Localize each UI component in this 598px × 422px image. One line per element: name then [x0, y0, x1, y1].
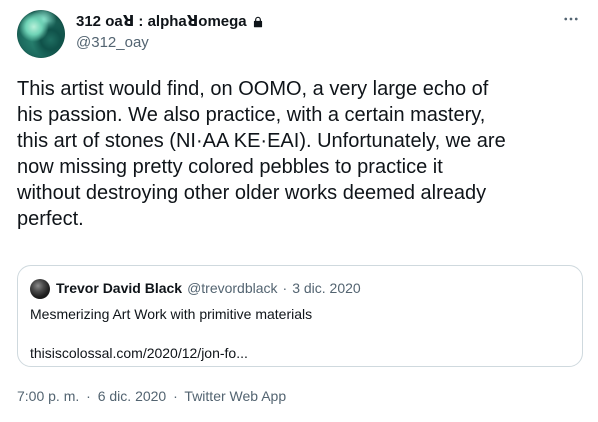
- quoted-date[interactable]: 3 dic. 2020: [292, 279, 361, 297]
- body-line: this art of stones (NI·AA KE·EAI). Unfor…: [17, 130, 506, 152]
- quoted-separator: ·: [282, 280, 288, 296]
- author-display-name[interactable]: 312 oaꓤ : alphaꓤomega: [76, 13, 247, 31]
- ellipsis-icon: [562, 10, 580, 33]
- tweet-meta: 7:00 p. m. · 6 dic. 2020 · Twitter Web A…: [17, 387, 286, 405]
- tweet-source[interactable]: Twitter Web App: [184, 388, 286, 404]
- body-line: This artist would find, on OOMO, a very …: [17, 78, 489, 100]
- quoted-author-handle[interactable]: @trevordblack: [187, 279, 277, 297]
- body-line: his passion. We also practice, with a ce…: [17, 104, 486, 126]
- more-button[interactable]: [562, 12, 580, 30]
- quoted-link[interactable]: thisiscolossal.com/2020/12/jon-fo...: [30, 344, 248, 362]
- meta-separator: ·: [86, 388, 91, 404]
- quoted-header: Trevor David Black @trevordblack · 3 dic…: [56, 279, 361, 297]
- tweet-time[interactable]: 7:00 p. m.: [17, 388, 79, 404]
- tweet-date[interactable]: 6 dic. 2020: [98, 388, 167, 404]
- quoted-author-name[interactable]: Trevor David Black: [56, 279, 182, 297]
- lock-icon: [251, 15, 265, 29]
- author-handle[interactable]: @312_oay: [76, 34, 149, 52]
- tweet-card: 312 oaꓤ : alphaꓤomega @312_oay This arti…: [0, 0, 598, 422]
- body-line: without destroying other older works dee…: [17, 182, 487, 204]
- body-line: now missing pretty colored pebbles to pr…: [17, 156, 443, 178]
- avatar[interactable]: [17, 10, 65, 58]
- tweet-body: This artist would find, on OOMO, a very …: [17, 76, 577, 232]
- body-line: perfect.: [17, 208, 84, 230]
- quoted-text: Mesmerizing Art Work with primitive mate…: [30, 306, 313, 322]
- author-row: 312 oaꓤ : alphaꓤomega: [76, 13, 265, 31]
- quoted-tweet[interactable]: Trevor David Black @trevordblack · 3 dic…: [17, 265, 583, 367]
- meta-separator: ·: [173, 388, 178, 404]
- quoted-avatar: [30, 279, 50, 299]
